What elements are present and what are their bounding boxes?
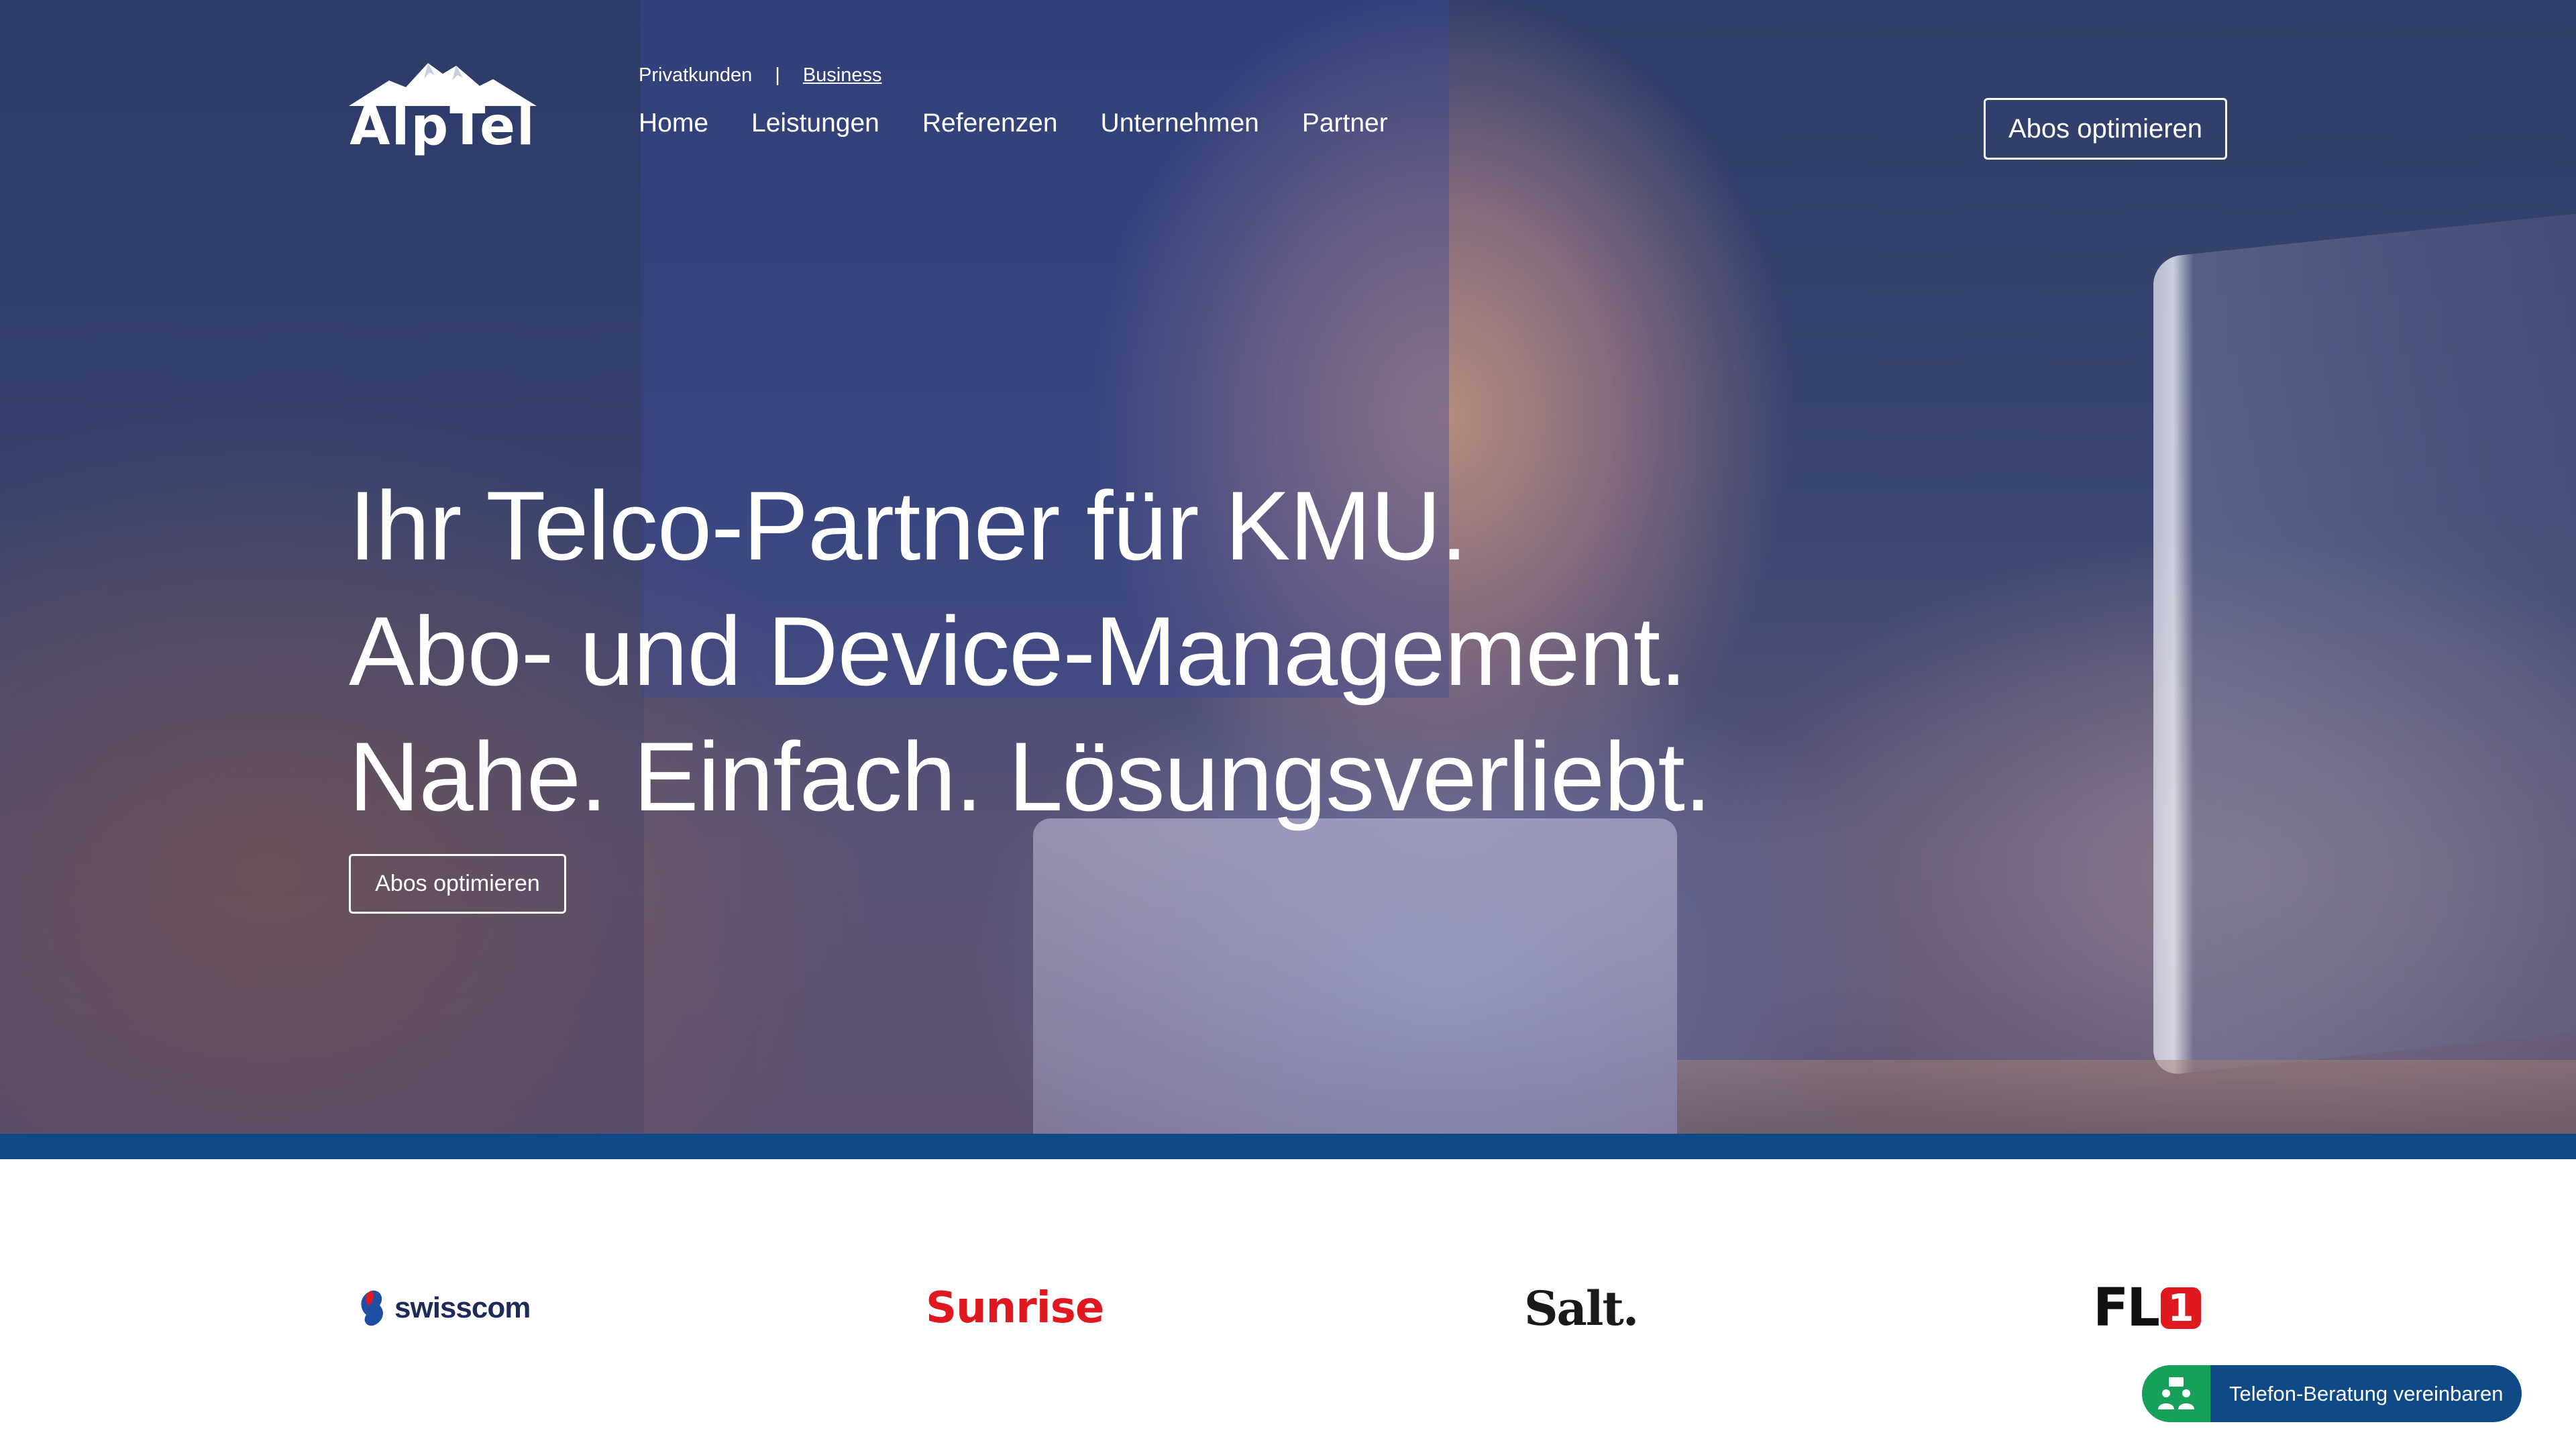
hero-photo-desk	[1677, 1060, 2576, 1134]
partner-logo-sunrise: Sunrise	[926, 1278, 1104, 1338]
partner-fl1-name: FL	[2093, 1278, 2160, 1338]
partner-fl1-badge: 1	[2160, 1287, 2201, 1330]
audience-private-link[interactable]: Privatkunden	[639, 64, 752, 87]
hero-headline-line-1: Ihr Telco-Partner für KMU.	[349, 471, 1468, 580]
partner-logo-fl1: FL 1	[2093, 1278, 2201, 1338]
hero-headline-line-3: Nahe. Einfach. Lösungsverliebt.	[349, 722, 1711, 831]
main-nav: Home Leistungen Referenzen Unternehmen P…	[639, 109, 1388, 138]
people-icon	[2142, 1365, 2210, 1422]
phone-consult-button[interactable]: Telefon-Beratung vereinbaren	[2142, 1365, 2522, 1422]
nav-item-referenzen[interactable]: Referenzen	[922, 109, 1058, 138]
alptel-logo[interactable]: AlpTel	[349, 59, 537, 156]
hero-photo-laptop	[1033, 818, 1677, 1134]
phone-consult-label: Telefon-Beratung vereinbaren	[2229, 1381, 2504, 1405]
audience-separator: |	[775, 64, 780, 86]
brand-name: AlpTel	[350, 97, 536, 157]
partner-logo-swisscom: swisscom	[356, 1278, 531, 1338]
section-divider-band	[0, 1134, 2576, 1159]
nav-item-partner[interactable]: Partner	[1302, 109, 1388, 138]
partner-salt-name: Salt.	[1524, 1280, 1639, 1336]
audience-business-link[interactable]: Business	[803, 64, 882, 87]
hero-headline: Ihr Telco-Partner für KMU. Abo- und Devi…	[349, 463, 1711, 839]
hero-headline-line-2: Abo- und Device-Management.	[349, 596, 1687, 706]
nav-item-unternehmen[interactable]: Unternehmen	[1101, 109, 1259, 138]
header-cta-button[interactable]: Abos optimieren	[1984, 98, 2227, 160]
partner-logo-salt: Salt.	[1524, 1278, 1639, 1338]
partner-swisscom-name: swisscom	[394, 1291, 531, 1324]
audience-switch: Privatkunden | Business	[639, 64, 882, 87]
partner-sunrise-name: Sunrise	[926, 1283, 1104, 1333]
swisscom-mark-icon	[361, 1290, 383, 1326]
nav-item-leistungen[interactable]: Leistungen	[751, 109, 879, 138]
hero-photo-monitor	[2153, 211, 2576, 1077]
hero-cta-button[interactable]: Abos optimieren	[349, 854, 566, 914]
nav-item-home[interactable]: Home	[639, 109, 708, 138]
